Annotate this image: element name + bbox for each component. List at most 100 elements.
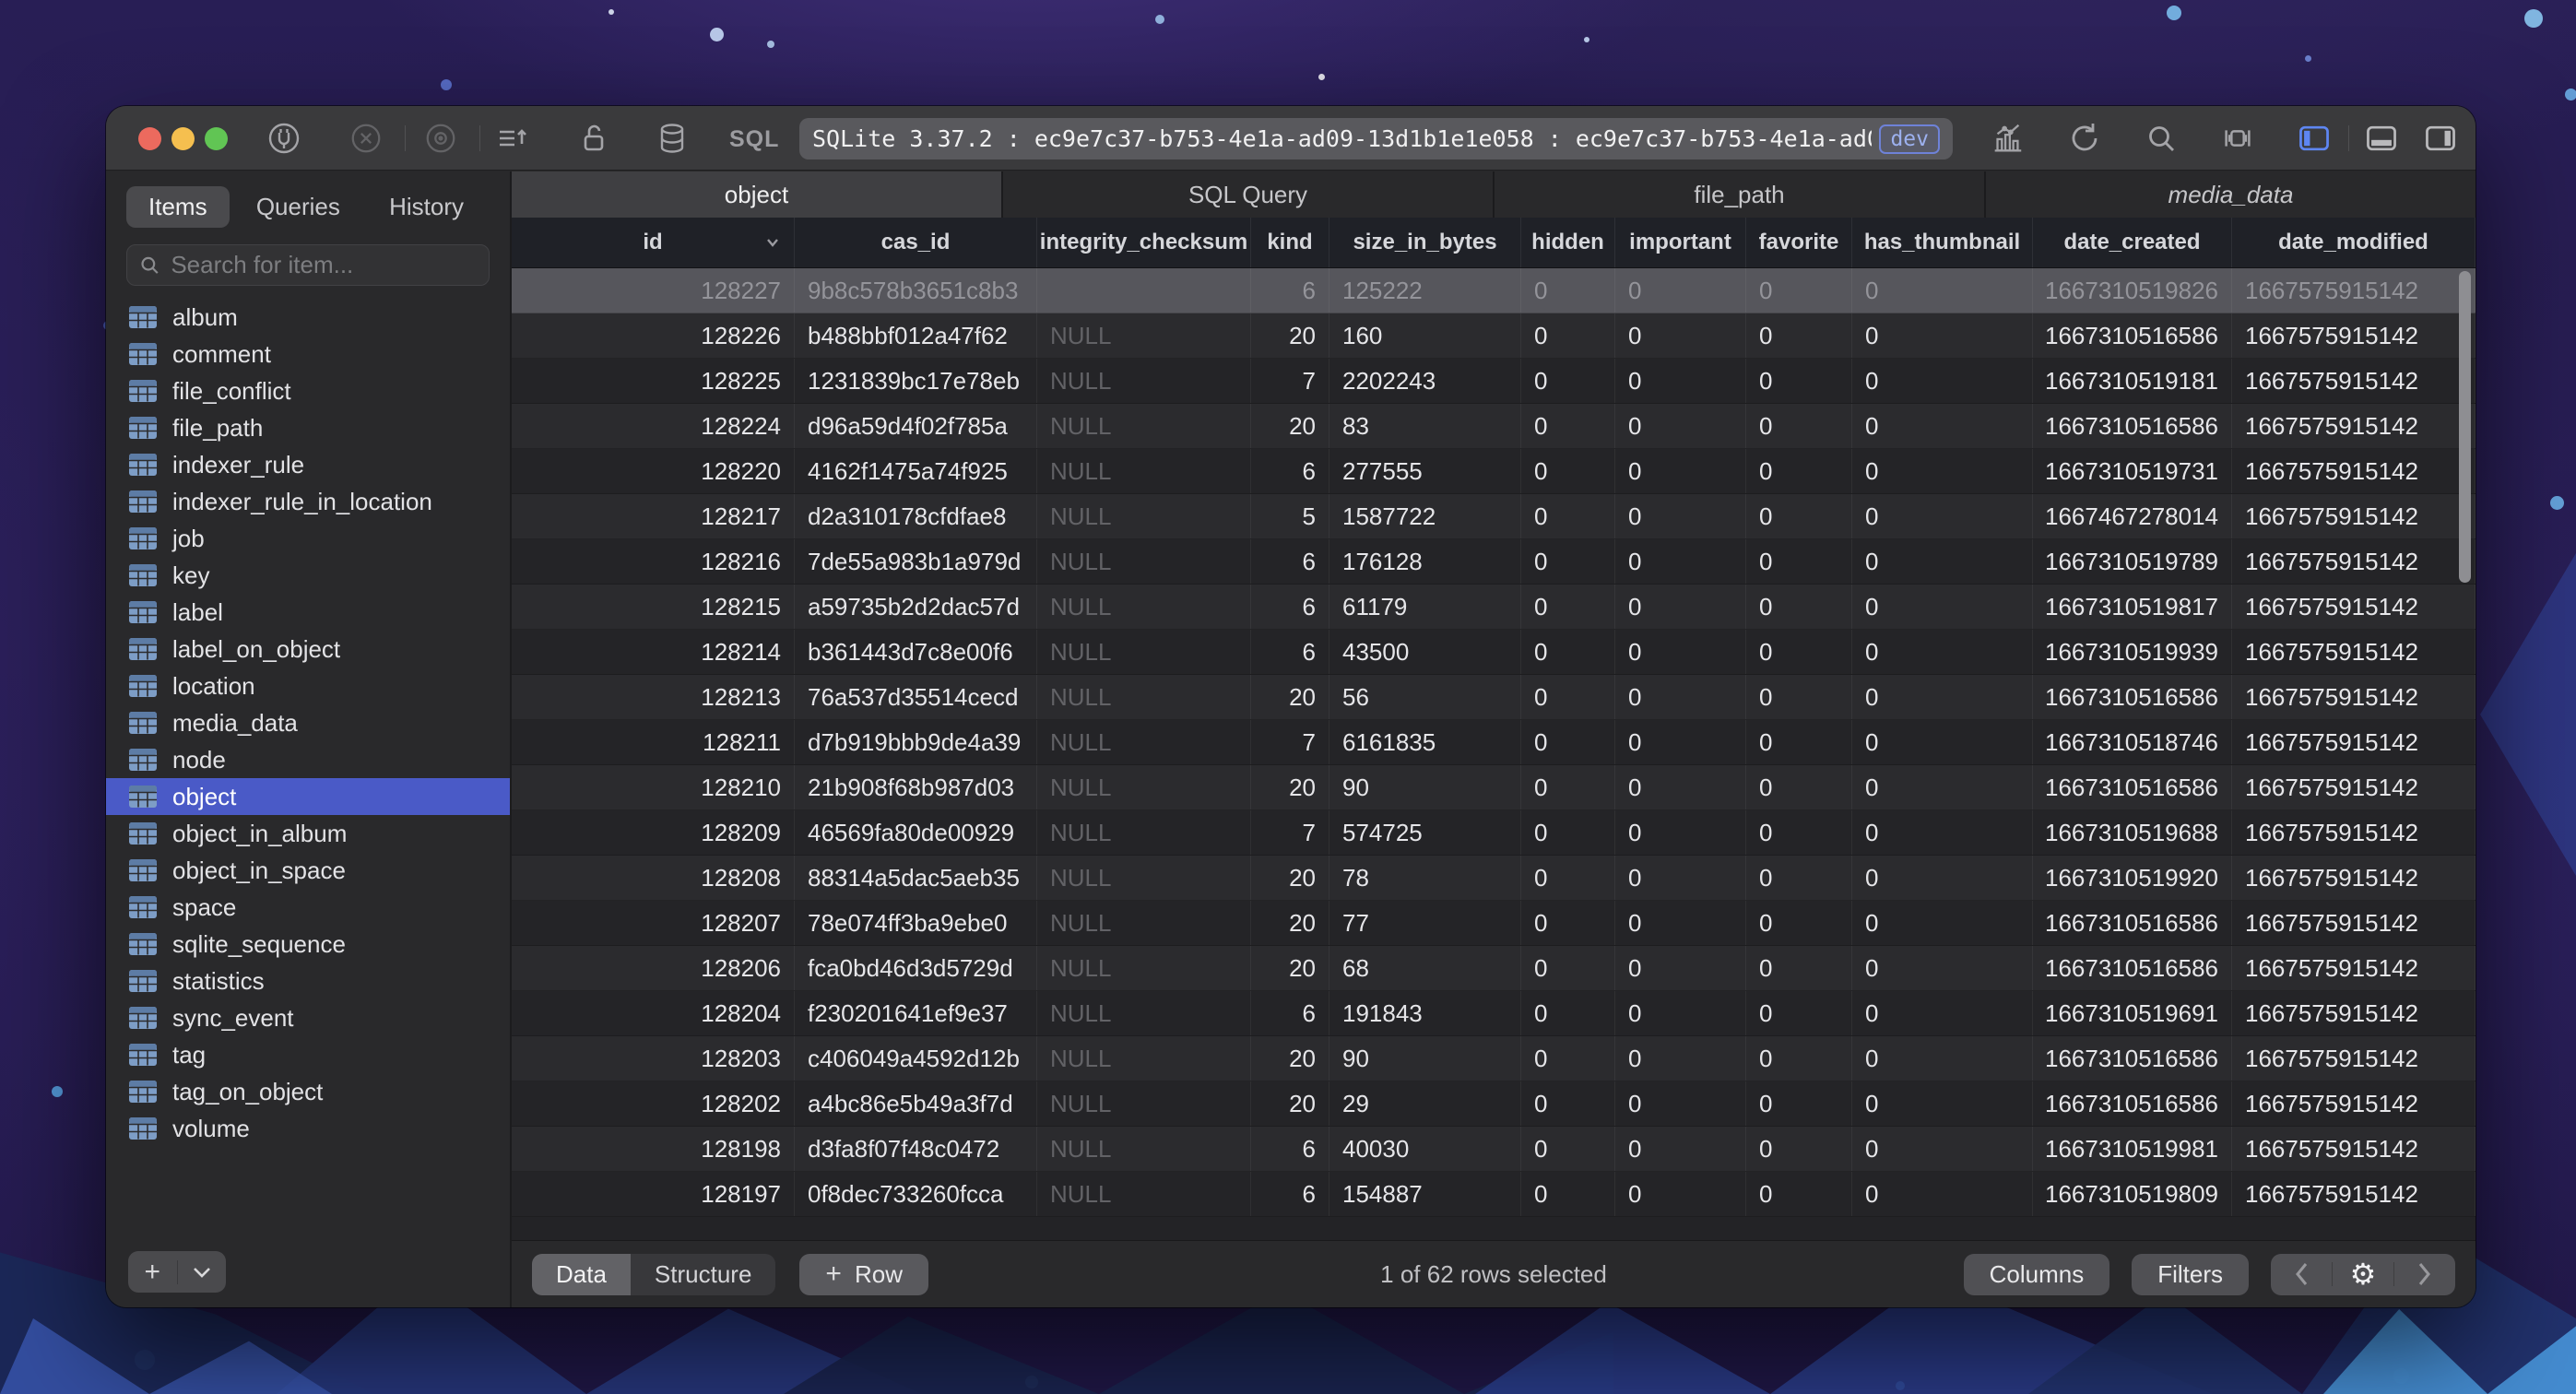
tab-queries[interactable]: Queries: [234, 186, 362, 228]
sidebar-item-location[interactable]: location: [106, 667, 510, 704]
cell-id[interactable]: 128202: [512, 1081, 795, 1126]
cell-cas_id[interactable]: 0f8dec733260fcca: [795, 1172, 1037, 1216]
cell-has_thumbnail[interactable]: 0: [1852, 449, 2033, 493]
cell-date_modified[interactable]: 1667575915142: [2232, 675, 2476, 719]
cell-important[interactable]: 0: [1615, 630, 1746, 674]
doc-tab-sql-query[interactable]: SQL Query: [1003, 171, 1495, 218]
cell-date_created[interactable]: 1667310519688: [2033, 810, 2232, 855]
cell-cas_id[interactable]: fca0bd46d3d5729d: [795, 946, 1037, 990]
cell-size_in_bytes[interactable]: 2202243: [1329, 359, 1521, 403]
cell-date_created[interactable]: 1667310519731: [2033, 449, 2232, 493]
columns-button[interactable]: Columns: [1963, 1253, 2110, 1295]
column-header-important[interactable]: important: [1615, 218, 1746, 267]
cell-has_thumbnail[interactable]: 0: [1852, 810, 2033, 855]
cell-cas_id[interactable]: 46569fa80de00929: [795, 810, 1037, 855]
table-row[interactable]: 128203 c406049a4592d12b NULL 20 90 0 0 0 0 166731…: [512, 1036, 2476, 1081]
sidebar-search[interactable]: [126, 244, 490, 286]
cell-hidden[interactable]: 0: [1521, 585, 1615, 629]
cell-hidden[interactable]: 0: [1521, 359, 1615, 403]
table-row[interactable]: 128210 21b908f68b987d03 NULL 20 90 0 0 0 0 166731…: [512, 765, 2476, 810]
cell-id[interactable]: 128220: [512, 449, 795, 493]
sidebar-item-label[interactable]: label: [106, 594, 510, 631]
cell-id[interactable]: 128216: [512, 539, 795, 584]
sidebar-item-tag[interactable]: tag: [106, 1036, 510, 1073]
cell-important[interactable]: 0: [1615, 1127, 1746, 1171]
column-header-date_created[interactable]: date_created: [2033, 218, 2232, 267]
tab-history[interactable]: History: [367, 186, 486, 228]
cell-favorite[interactable]: 0: [1746, 404, 1852, 448]
doc-tab-media_data[interactable]: media_data: [1986, 171, 2476, 218]
cell-hidden[interactable]: 0: [1521, 765, 1615, 809]
cell-kind[interactable]: 20: [1251, 946, 1329, 990]
cell-important[interactable]: 0: [1615, 946, 1746, 990]
cell-date_created[interactable]: 1667310516586: [2033, 901, 2232, 945]
cell-kind[interactable]: 20: [1251, 404, 1329, 448]
cell-size_in_bytes[interactable]: 68: [1329, 946, 1521, 990]
cell-id[interactable]: 128204: [512, 991, 795, 1035]
cell-important[interactable]: 0: [1615, 585, 1746, 629]
cell-date_created[interactable]: 1667310516586: [2033, 1081, 2232, 1126]
cell-favorite[interactable]: 0: [1746, 539, 1852, 584]
cell-date_modified[interactable]: 1667575915142: [2232, 494, 2476, 538]
sidebar-item-sync_event[interactable]: sync_event: [106, 999, 510, 1036]
cell-cas_id[interactable]: d7b919bbb9de4a39: [795, 720, 1037, 764]
table-row[interactable]: 128226 b488bbf012a47f62 NULL 20 160 0 0 0 0 16673…: [512, 313, 2476, 359]
cell-integrity_checksum[interactable]: NULL: [1037, 810, 1251, 855]
cell-kind[interactable]: 20: [1251, 675, 1329, 719]
cell-has_thumbnail[interactable]: 0: [1852, 1127, 2033, 1171]
cell-cas_id[interactable]: d96a59d4f02f785a: [795, 404, 1037, 448]
cell-hidden[interactable]: 0: [1521, 630, 1615, 674]
cell-cas_id[interactable]: c406049a4592d12b: [795, 1036, 1037, 1081]
structure-view-icon[interactable]: [2219, 120, 2256, 157]
cell-kind[interactable]: 6: [1251, 630, 1329, 674]
filters-button[interactable]: Filters: [2132, 1253, 2249, 1295]
vertical-scrollbar[interactable]: [2459, 271, 2471, 583]
toggle-left-sidebar-icon[interactable]: [2296, 120, 2333, 157]
table-row[interactable]: 128208 88314a5dac5aeb35 NULL 20 78 0 0 0 0 166731…: [512, 856, 2476, 901]
column-header-hidden[interactable]: hidden: [1521, 218, 1615, 267]
cell-id[interactable]: 128210: [512, 765, 795, 809]
cell-id[interactable]: 128226: [512, 313, 795, 358]
cell-has_thumbnail[interactable]: 0: [1852, 675, 2033, 719]
doc-tab-file_path[interactable]: file_path: [1495, 171, 1986, 218]
toggle-bottom-panel-icon[interactable]: [2363, 120, 2400, 157]
column-header-cas_id[interactable]: cas_id: [795, 218, 1037, 267]
cell-id[interactable]: 128224: [512, 404, 795, 448]
table-row[interactable]: 128198 d3fa8f07f48c0472 NULL 6 40030 0 0 0 0 1667…: [512, 1127, 2476, 1172]
cell-date_created[interactable]: 1667310519939: [2033, 630, 2232, 674]
cell-hidden[interactable]: 0: [1521, 675, 1615, 719]
cell-date_modified[interactable]: 1667575915142: [2232, 359, 2476, 403]
cell-size_in_bytes[interactable]: 77: [1329, 901, 1521, 945]
cell-hidden[interactable]: 0: [1521, 720, 1615, 764]
cell-favorite[interactable]: 0: [1746, 449, 1852, 493]
table-row[interactable]: 128213 76a537d35514cecd NULL 20 56 0 0 0 0 166731…: [512, 675, 2476, 720]
cell-cas_id[interactable]: 76a537d35514cecd: [795, 675, 1037, 719]
tab-items[interactable]: Items: [126, 186, 230, 228]
cell-hidden[interactable]: 0: [1521, 1127, 1615, 1171]
cell-date_modified[interactable]: 1667575915142: [2232, 720, 2476, 764]
cell-favorite[interactable]: 0: [1746, 946, 1852, 990]
sidebar-item-indexer_rule_in_location[interactable]: indexer_rule_in_location: [106, 483, 510, 520]
cell-size_in_bytes[interactable]: 40030: [1329, 1127, 1521, 1171]
column-header-date_modified[interactable]: date_modified: [2232, 218, 2476, 267]
cell-date_modified[interactable]: 1667575915142: [2232, 946, 2476, 990]
sidebar-item-album[interactable]: album: [106, 299, 510, 336]
cell-has_thumbnail[interactable]: 0: [1852, 856, 2033, 900]
cell-cas_id[interactable]: 21b908f68b987d03: [795, 765, 1037, 809]
cell-favorite[interactable]: 0: [1746, 901, 1852, 945]
table-row[interactable]: 128215 a59735b2d2dac57d NULL 6 61179 0 0 0 0 1667…: [512, 585, 2476, 630]
cell-hidden[interactable]: 0: [1521, 268, 1615, 313]
table-row[interactable]: 128217 d2a310178cfdfae8 NULL 5 1587722 0 0 0 0 16…: [512, 494, 2476, 539]
cell-size_in_bytes[interactable]: 125222: [1329, 268, 1521, 313]
cell-favorite[interactable]: 0: [1746, 268, 1852, 313]
table-row[interactable]: 128202 a4bc86e5b49a3f7d NULL 20 29 0 0 0 0 166731…: [512, 1081, 2476, 1127]
cell-favorite[interactable]: 0: [1746, 1172, 1852, 1216]
cell-size_in_bytes[interactable]: 29: [1329, 1081, 1521, 1126]
cell-hidden[interactable]: 0: [1521, 810, 1615, 855]
document-title[interactable]: SQLite 3.37.2 : ec9e7c37-b753-4e1a-ad09-…: [799, 118, 1953, 159]
cell-kind[interactable]: 6: [1251, 991, 1329, 1035]
log-list-icon[interactable]: [493, 120, 530, 157]
cell-id[interactable]: 128209: [512, 810, 795, 855]
cell-has_thumbnail[interactable]: 0: [1852, 765, 2033, 809]
cell-date_modified[interactable]: 1667575915142: [2232, 539, 2476, 584]
